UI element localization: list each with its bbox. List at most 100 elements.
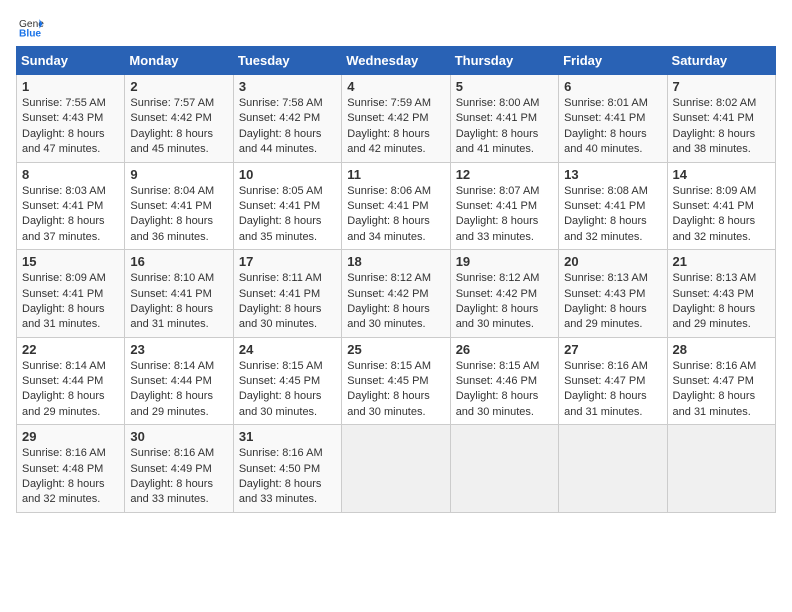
calendar-cell: 18 Sunrise: 8:12 AM Sunset: 4:42 PM Dayl… [342, 250, 450, 338]
day-number: 18 [347, 254, 444, 269]
day-number: 28 [673, 342, 770, 357]
header: General Blue [16, 16, 776, 38]
dow-header-monday: Monday [125, 47, 233, 75]
day-number: 5 [456, 79, 553, 94]
day-detail: Sunrise: 8:13 AM Sunset: 4:43 PM Dayligh… [564, 271, 661, 333]
day-detail: Sunrise: 8:16 AM Sunset: 4:48 PM Dayligh… [22, 446, 119, 508]
day-number: 29 [22, 429, 119, 444]
calendar-cell: 9 Sunrise: 8:04 AM Sunset: 4:41 PM Dayli… [125, 162, 233, 250]
calendar-cell: 24 Sunrise: 8:15 AM Sunset: 4:45 PM Dayl… [233, 337, 341, 425]
calendar-cell [667, 425, 775, 513]
day-number: 22 [22, 342, 119, 357]
day-detail: Sunrise: 8:14 AM Sunset: 4:44 PM Dayligh… [130, 359, 227, 421]
calendar-cell: 11 Sunrise: 8:06 AM Sunset: 4:41 PM Dayl… [342, 162, 450, 250]
day-detail: Sunrise: 8:06 AM Sunset: 4:41 PM Dayligh… [347, 184, 444, 246]
calendar-cell: 17 Sunrise: 8:11 AM Sunset: 4:41 PM Dayl… [233, 250, 341, 338]
calendar-cell: 15 Sunrise: 8:09 AM Sunset: 4:41 PM Dayl… [17, 250, 125, 338]
svg-text:Blue: Blue [19, 28, 41, 38]
calendar-cell: 30 Sunrise: 8:16 AM Sunset: 4:49 PM Dayl… [125, 425, 233, 513]
calendar-cell: 20 Sunrise: 8:13 AM Sunset: 4:43 PM Dayl… [559, 250, 667, 338]
dow-header-thursday: Thursday [450, 47, 558, 75]
day-number: 13 [564, 167, 661, 182]
day-number: 24 [239, 342, 336, 357]
calendar-cell: 25 Sunrise: 8:15 AM Sunset: 4:45 PM Dayl… [342, 337, 450, 425]
calendar-cell: 27 Sunrise: 8:16 AM Sunset: 4:47 PM Dayl… [559, 337, 667, 425]
logo: General Blue [16, 16, 48, 38]
day-detail: Sunrise: 8:04 AM Sunset: 4:41 PM Dayligh… [130, 184, 227, 246]
logo-icon: General Blue [16, 16, 44, 38]
day-number: 12 [456, 167, 553, 182]
calendar-cell: 5 Sunrise: 8:00 AM Sunset: 4:41 PM Dayli… [450, 75, 558, 163]
calendar-cell: 2 Sunrise: 7:57 AM Sunset: 4:42 PM Dayli… [125, 75, 233, 163]
calendar-cell [559, 425, 667, 513]
calendar-cell: 12 Sunrise: 8:07 AM Sunset: 4:41 PM Dayl… [450, 162, 558, 250]
day-detail: Sunrise: 8:12 AM Sunset: 4:42 PM Dayligh… [456, 271, 553, 333]
week-row-5: 29 Sunrise: 8:16 AM Sunset: 4:48 PM Dayl… [17, 425, 776, 513]
calendar-table: SundayMondayTuesdayWednesdayThursdayFrid… [16, 46, 776, 513]
day-detail: Sunrise: 8:15 AM Sunset: 4:45 PM Dayligh… [347, 359, 444, 421]
calendar-cell: 19 Sunrise: 8:12 AM Sunset: 4:42 PM Dayl… [450, 250, 558, 338]
calendar-cell: 6 Sunrise: 8:01 AM Sunset: 4:41 PM Dayli… [559, 75, 667, 163]
day-number: 27 [564, 342, 661, 357]
dow-header-tuesday: Tuesday [233, 47, 341, 75]
calendar-cell: 26 Sunrise: 8:15 AM Sunset: 4:46 PM Dayl… [450, 337, 558, 425]
calendar-cell: 29 Sunrise: 8:16 AM Sunset: 4:48 PM Dayl… [17, 425, 125, 513]
day-detail: Sunrise: 8:07 AM Sunset: 4:41 PM Dayligh… [456, 184, 553, 246]
calendar-cell: 13 Sunrise: 8:08 AM Sunset: 4:41 PM Dayl… [559, 162, 667, 250]
calendar-cell: 3 Sunrise: 7:58 AM Sunset: 4:42 PM Dayli… [233, 75, 341, 163]
calendar-cell: 28 Sunrise: 8:16 AM Sunset: 4:47 PM Dayl… [667, 337, 775, 425]
calendar-cell: 16 Sunrise: 8:10 AM Sunset: 4:41 PM Dayl… [125, 250, 233, 338]
day-number: 9 [130, 167, 227, 182]
day-number: 11 [347, 167, 444, 182]
calendar-cell: 7 Sunrise: 8:02 AM Sunset: 4:41 PM Dayli… [667, 75, 775, 163]
day-number: 15 [22, 254, 119, 269]
day-number: 3 [239, 79, 336, 94]
day-detail: Sunrise: 8:09 AM Sunset: 4:41 PM Dayligh… [673, 184, 770, 246]
calendar-cell: 22 Sunrise: 8:14 AM Sunset: 4:44 PM Dayl… [17, 337, 125, 425]
day-detail: Sunrise: 8:16 AM Sunset: 4:47 PM Dayligh… [673, 359, 770, 421]
day-number: 23 [130, 342, 227, 357]
day-number: 2 [130, 79, 227, 94]
dow-header-saturday: Saturday [667, 47, 775, 75]
day-number: 21 [673, 254, 770, 269]
day-detail: Sunrise: 8:15 AM Sunset: 4:45 PM Dayligh… [239, 359, 336, 421]
day-number: 6 [564, 79, 661, 94]
day-detail: Sunrise: 8:13 AM Sunset: 4:43 PM Dayligh… [673, 271, 770, 333]
day-detail: Sunrise: 8:16 AM Sunset: 4:50 PM Dayligh… [239, 446, 336, 508]
day-detail: Sunrise: 8:02 AM Sunset: 4:41 PM Dayligh… [673, 96, 770, 158]
day-number: 1 [22, 79, 119, 94]
calendar-cell: 31 Sunrise: 8:16 AM Sunset: 4:50 PM Dayl… [233, 425, 341, 513]
dow-header-sunday: Sunday [17, 47, 125, 75]
day-number: 19 [456, 254, 553, 269]
calendar-cell [342, 425, 450, 513]
day-number: 26 [456, 342, 553, 357]
day-number: 16 [130, 254, 227, 269]
day-detail: Sunrise: 8:10 AM Sunset: 4:41 PM Dayligh… [130, 271, 227, 333]
day-detail: Sunrise: 8:16 AM Sunset: 4:49 PM Dayligh… [130, 446, 227, 508]
day-number: 4 [347, 79, 444, 94]
day-detail: Sunrise: 7:55 AM Sunset: 4:43 PM Dayligh… [22, 96, 119, 158]
calendar-cell: 21 Sunrise: 8:13 AM Sunset: 4:43 PM Dayl… [667, 250, 775, 338]
week-row-1: 1 Sunrise: 7:55 AM Sunset: 4:43 PM Dayli… [17, 75, 776, 163]
calendar-cell: 23 Sunrise: 8:14 AM Sunset: 4:44 PM Dayl… [125, 337, 233, 425]
day-detail: Sunrise: 8:16 AM Sunset: 4:47 PM Dayligh… [564, 359, 661, 421]
calendar-cell: 1 Sunrise: 7:55 AM Sunset: 4:43 PM Dayli… [17, 75, 125, 163]
day-detail: Sunrise: 8:05 AM Sunset: 4:41 PM Dayligh… [239, 184, 336, 246]
calendar-cell: 10 Sunrise: 8:05 AM Sunset: 4:41 PM Dayl… [233, 162, 341, 250]
day-detail: Sunrise: 7:57 AM Sunset: 4:42 PM Dayligh… [130, 96, 227, 158]
day-number: 25 [347, 342, 444, 357]
day-detail: Sunrise: 8:11 AM Sunset: 4:41 PM Dayligh… [239, 271, 336, 333]
day-number: 31 [239, 429, 336, 444]
day-detail: Sunrise: 7:59 AM Sunset: 4:42 PM Dayligh… [347, 96, 444, 158]
day-detail: Sunrise: 8:09 AM Sunset: 4:41 PM Dayligh… [22, 271, 119, 333]
calendar-body: 1 Sunrise: 7:55 AM Sunset: 4:43 PM Dayli… [17, 75, 776, 513]
week-row-2: 8 Sunrise: 8:03 AM Sunset: 4:41 PM Dayli… [17, 162, 776, 250]
calendar-cell [450, 425, 558, 513]
day-detail: Sunrise: 8:14 AM Sunset: 4:44 PM Dayligh… [22, 359, 119, 421]
day-detail: Sunrise: 8:03 AM Sunset: 4:41 PM Dayligh… [22, 184, 119, 246]
day-detail: Sunrise: 8:08 AM Sunset: 4:41 PM Dayligh… [564, 184, 661, 246]
dow-header-friday: Friday [559, 47, 667, 75]
calendar-cell: 4 Sunrise: 7:59 AM Sunset: 4:42 PM Dayli… [342, 75, 450, 163]
week-row-3: 15 Sunrise: 8:09 AM Sunset: 4:41 PM Dayl… [17, 250, 776, 338]
day-number: 30 [130, 429, 227, 444]
